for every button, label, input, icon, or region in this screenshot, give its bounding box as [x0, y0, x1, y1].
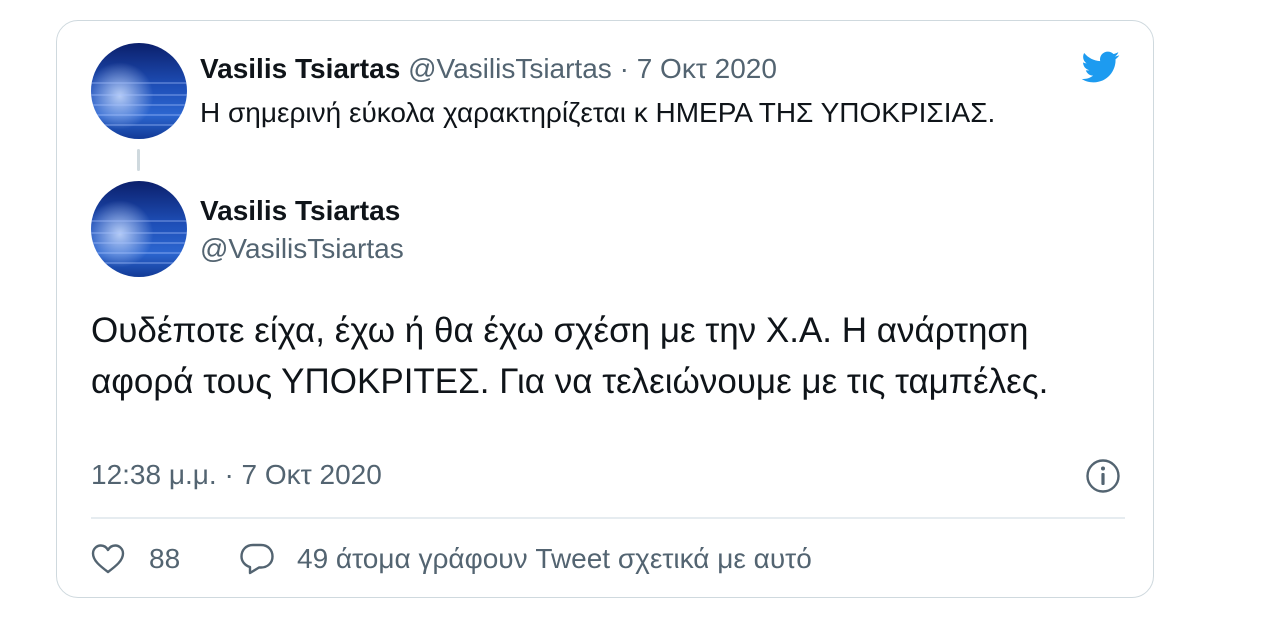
- thread-connector-line: [137, 149, 140, 171]
- like-count[interactable]: 88: [149, 539, 180, 579]
- parent-tweet-text: Η σημερινή εύκολα χαρακτηρίζεται κ ΗΜΕΡΑ…: [200, 97, 996, 128]
- parent-author-handle[interactable]: @VasilisTsiartas: [408, 53, 612, 84]
- embedded-tweet-card: Vasilis Tsiartas @VasilisTsiartas · 7 Οκ…: [56, 20, 1154, 598]
- heart-icon[interactable]: [91, 543, 125, 575]
- parent-author-avatar[interactable]: [91, 43, 187, 139]
- actions-divider: [91, 517, 1125, 519]
- twitter-bird-icon[interactable]: [1077, 47, 1123, 87]
- main-author-avatar[interactable]: [91, 181, 187, 277]
- main-author-name[interactable]: Vasilis Tsiartas: [200, 193, 400, 229]
- info-icon[interactable]: [1085, 458, 1121, 494]
- tweet-timestamp[interactable]: 12:38 μ.μ. · 7 Οκτ 2020: [91, 457, 382, 493]
- reply-link[interactable]: 49 άτομα γράφουν Tweet σχετικά με αυτό: [297, 539, 812, 579]
- speech-bubble-icon[interactable]: [239, 542, 275, 576]
- parent-tweet-header: Vasilis Tsiartas @VasilisTsiartas · 7 Οκ…: [200, 51, 777, 87]
- parent-header-separator: ·: [619, 53, 629, 84]
- parent-tweet-date[interactable]: 7 Οκτ 2020: [637, 53, 777, 84]
- parent-author-name[interactable]: Vasilis Tsiartas: [200, 53, 400, 84]
- main-author-handle[interactable]: @VasilisTsiartas: [200, 231, 404, 267]
- main-tweet-text: Ουδέποτε είχα, έχω ή θα έχω σχέση με την…: [91, 311, 1049, 401]
